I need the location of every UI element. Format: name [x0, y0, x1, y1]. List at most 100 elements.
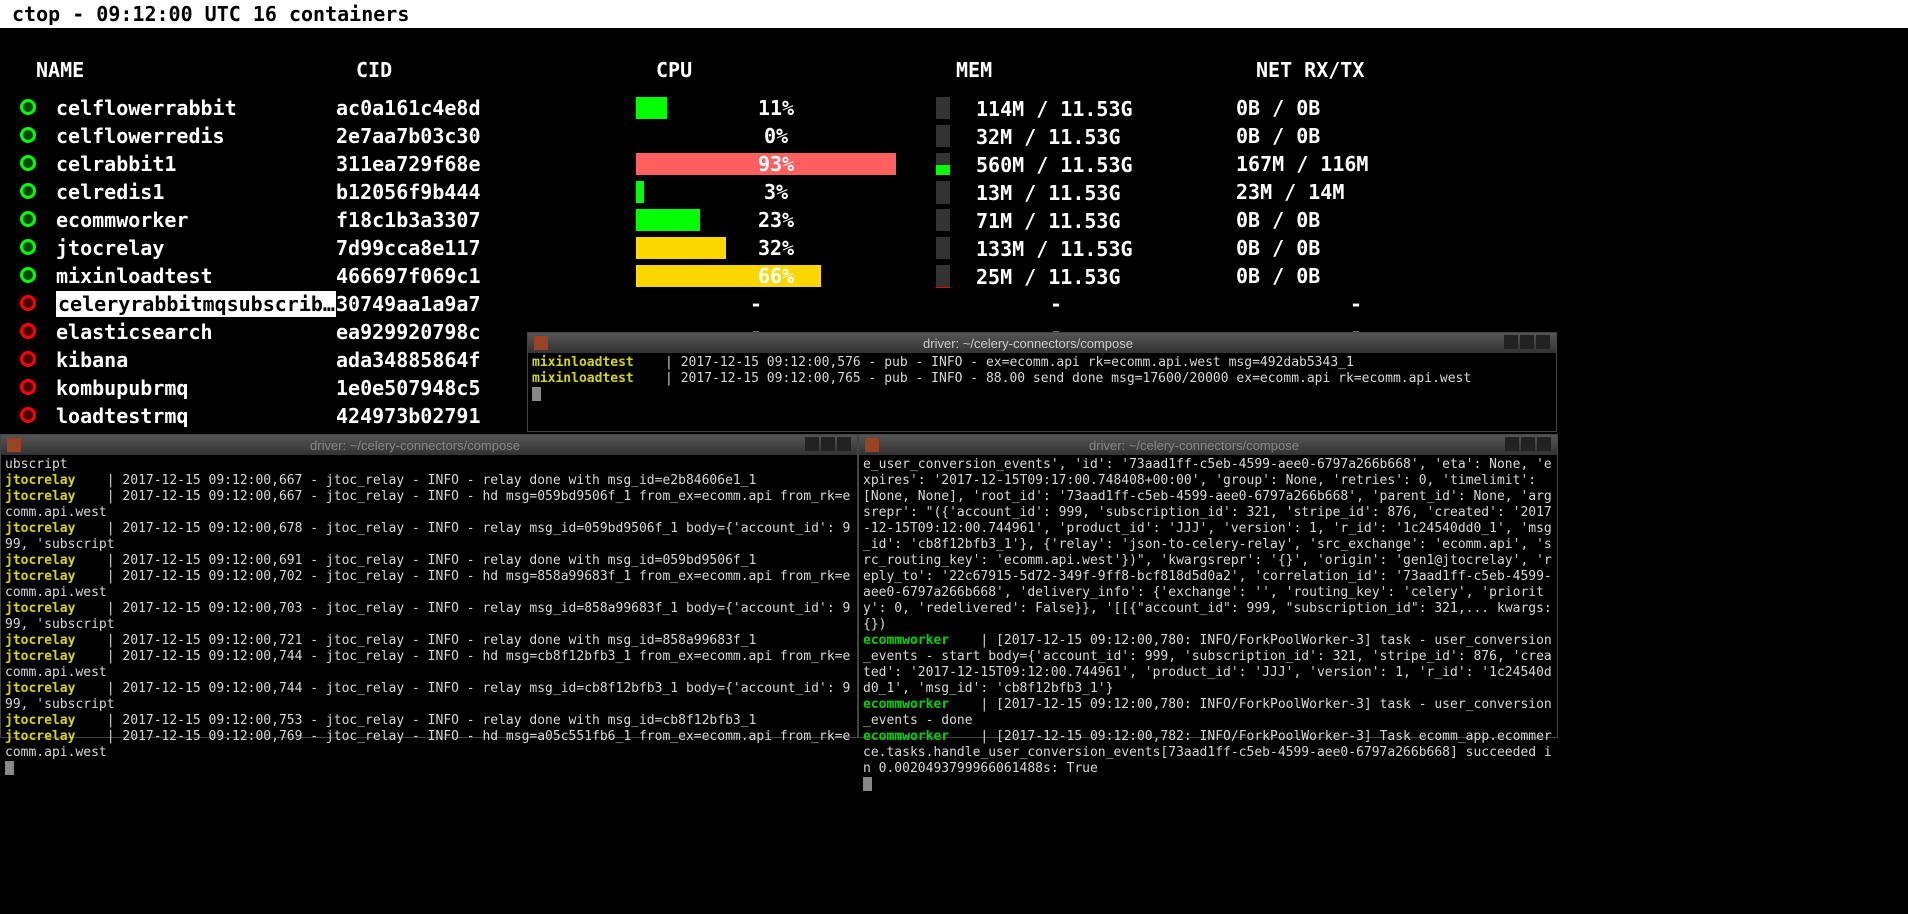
- terminal-output[interactable]: ubscriptjtocrelay | 2017-12-15 09:12:00,…: [1, 455, 857, 782]
- status-icon: [20, 351, 36, 367]
- minimize-icon[interactable]: [805, 437, 819, 451]
- cpu-cell: 66%: [636, 265, 916, 287]
- cpu-cell: 23%: [636, 209, 916, 231]
- cpu-cell: 32%: [636, 237, 916, 259]
- container-name: loadtestrmq: [56, 404, 336, 428]
- header-net: NET RX/TX: [1256, 58, 1556, 82]
- minimize-icon[interactable]: [1505, 437, 1519, 451]
- mem-cell: 13M / 11.53G: [936, 181, 1236, 203]
- container-name: celeryrabbitmqsubscrib…: [56, 291, 336, 317]
- container-id: f18c1b3a3307: [336, 208, 636, 232]
- container-row[interactable]: mixinloadtest466697f069c166% 25M / 11.53G…: [20, 262, 1908, 290]
- mem-cell: 25M / 11.53G: [936, 265, 1236, 287]
- terminal-icon: [7, 438, 21, 452]
- container-name: jtocrelay: [56, 236, 336, 260]
- net-cell: -: [1236, 292, 1536, 316]
- close-icon[interactable]: [837, 437, 851, 451]
- status-icon: [20, 211, 36, 227]
- container-id: b12056f9b444: [336, 180, 636, 204]
- maximize-icon[interactable]: [1520, 335, 1534, 349]
- net-cell: 167M / 116M: [1236, 152, 1536, 176]
- terminal-icon: [865, 438, 879, 452]
- container-name: celflowerredis: [56, 124, 336, 148]
- container-id: 466697f069c1: [336, 264, 636, 288]
- window-titlebar[interactable]: driver: ~/celery-connectors/compose: [1, 435, 857, 455]
- mem-cell: -: [936, 292, 1236, 316]
- container-id: ac0a161c4e8d: [336, 96, 636, 120]
- window-titlebar[interactable]: driver: ~/celery-connectors/compose: [528, 333, 1556, 353]
- status-icon: [20, 127, 36, 143]
- header-cpu: CPU: [656, 58, 956, 82]
- terminal-output[interactable]: e_user_conversion_events', 'id': '73aad1…: [859, 455, 1557, 798]
- net-cell: 0B / 0B: [1236, 208, 1536, 232]
- container-id: 311ea729f68e: [336, 152, 636, 176]
- maximize-icon[interactable]: [1521, 437, 1535, 451]
- status-icon: [20, 183, 36, 199]
- status-icon: [20, 99, 36, 115]
- container-name: kibana: [56, 348, 336, 372]
- minimize-icon[interactable]: [1504, 335, 1518, 349]
- container-row[interactable]: celredis1b12056f9b4443% 13M / 11.53G23M /…: [20, 178, 1908, 206]
- window-controls[interactable]: [1502, 335, 1550, 352]
- container-row[interactable]: celflowerredis2e7aa7b03c300% 32M / 11.53G…: [20, 122, 1908, 150]
- terminal-jtocrelay[interactable]: driver: ~/celery-connectors/compose ubsc…: [0, 434, 858, 738]
- status-icon: [20, 379, 36, 395]
- close-icon[interactable]: [1537, 437, 1551, 451]
- terminal-mixinloadtest[interactable]: driver: ~/celery-connectors/compose mixi…: [527, 332, 1557, 432]
- ctop-title: ctop - 09:12:00 UTC 16 containers: [0, 0, 1908, 28]
- container-name: ecommworker: [56, 208, 336, 232]
- cpu-cell: 93%: [636, 153, 916, 175]
- status-icon: [20, 407, 36, 423]
- container-name: kombupubrmq: [56, 376, 336, 400]
- window-title: driver: ~/celery-connectors/compose: [885, 438, 1503, 453]
- container-name: celredis1: [56, 180, 336, 204]
- terminal-icon: [534, 336, 548, 350]
- cpu-cell: 3%: [636, 181, 916, 203]
- container-row[interactable]: celflowerrabbitac0a161c4e8d11% 114M / 11.…: [20, 94, 1908, 122]
- container-id: 30749aa1a9a7: [336, 292, 636, 316]
- window-title: driver: ~/celery-connectors/compose: [554, 336, 1502, 351]
- container-row[interactable]: celrabbit1311ea729f68e93% 560M / 11.53G16…: [20, 150, 1908, 178]
- window-controls[interactable]: [1503, 437, 1551, 454]
- header-cid: CID: [356, 58, 656, 82]
- cursor: [5, 761, 14, 775]
- container-id: 2e7aa7b03c30: [336, 124, 636, 148]
- status-icon: [20, 239, 36, 255]
- cpu-cell: -: [636, 292, 936, 316]
- container-name: celrabbit1: [56, 152, 336, 176]
- column-headers: NAME CID CPU MEM NET RX/TX: [0, 28, 1908, 94]
- close-icon[interactable]: [1536, 335, 1550, 349]
- mem-cell: 114M / 11.53G: [936, 97, 1236, 119]
- container-name: mixinloadtest: [56, 264, 336, 288]
- status-icon: [20, 155, 36, 171]
- mem-cell: 560M / 11.53G: [936, 153, 1236, 175]
- window-title: driver: ~/celery-connectors/compose: [27, 438, 803, 453]
- net-cell: 0B / 0B: [1236, 124, 1536, 148]
- container-name: elasticsearch: [56, 320, 336, 344]
- container-row[interactable]: ecommworkerf18c1b3a330723% 71M / 11.53G0B…: [20, 206, 1908, 234]
- container-row[interactable]: celeryrabbitmqsubscrib…30749aa1a9a7---: [20, 290, 1908, 318]
- mem-cell: 32M / 11.53G: [936, 125, 1236, 147]
- maximize-icon[interactable]: [821, 437, 835, 451]
- header-name: NAME: [36, 58, 356, 82]
- container-id: 7d99cca8e117: [336, 236, 636, 260]
- terminal-ecommworker[interactable]: driver: ~/celery-connectors/compose e_us…: [858, 434, 1558, 738]
- mem-cell: 133M / 11.53G: [936, 237, 1236, 259]
- container-row[interactable]: jtocrelay7d99cca8e11732% 133M / 11.53G0B …: [20, 234, 1908, 262]
- mem-cell: 71M / 11.53G: [936, 209, 1236, 231]
- status-icon: [20, 323, 36, 339]
- container-name: celflowerrabbit: [56, 96, 336, 120]
- cursor: [532, 387, 541, 401]
- window-controls[interactable]: [803, 437, 851, 454]
- status-icon: [20, 267, 36, 283]
- net-cell: 0B / 0B: [1236, 96, 1536, 120]
- cursor: [863, 777, 872, 791]
- terminal-output[interactable]: mixinloadtest | 2017-12-15 09:12:00,576 …: [528, 353, 1556, 408]
- net-cell: 0B / 0B: [1236, 236, 1536, 260]
- window-titlebar[interactable]: driver: ~/celery-connectors/compose: [859, 435, 1557, 455]
- net-cell: 0B / 0B: [1236, 264, 1536, 288]
- cpu-cell: 0%: [636, 125, 916, 147]
- header-mem: MEM: [956, 58, 1256, 82]
- net-cell: 23M / 14M: [1236, 180, 1536, 204]
- cpu-cell: 11%: [636, 97, 916, 119]
